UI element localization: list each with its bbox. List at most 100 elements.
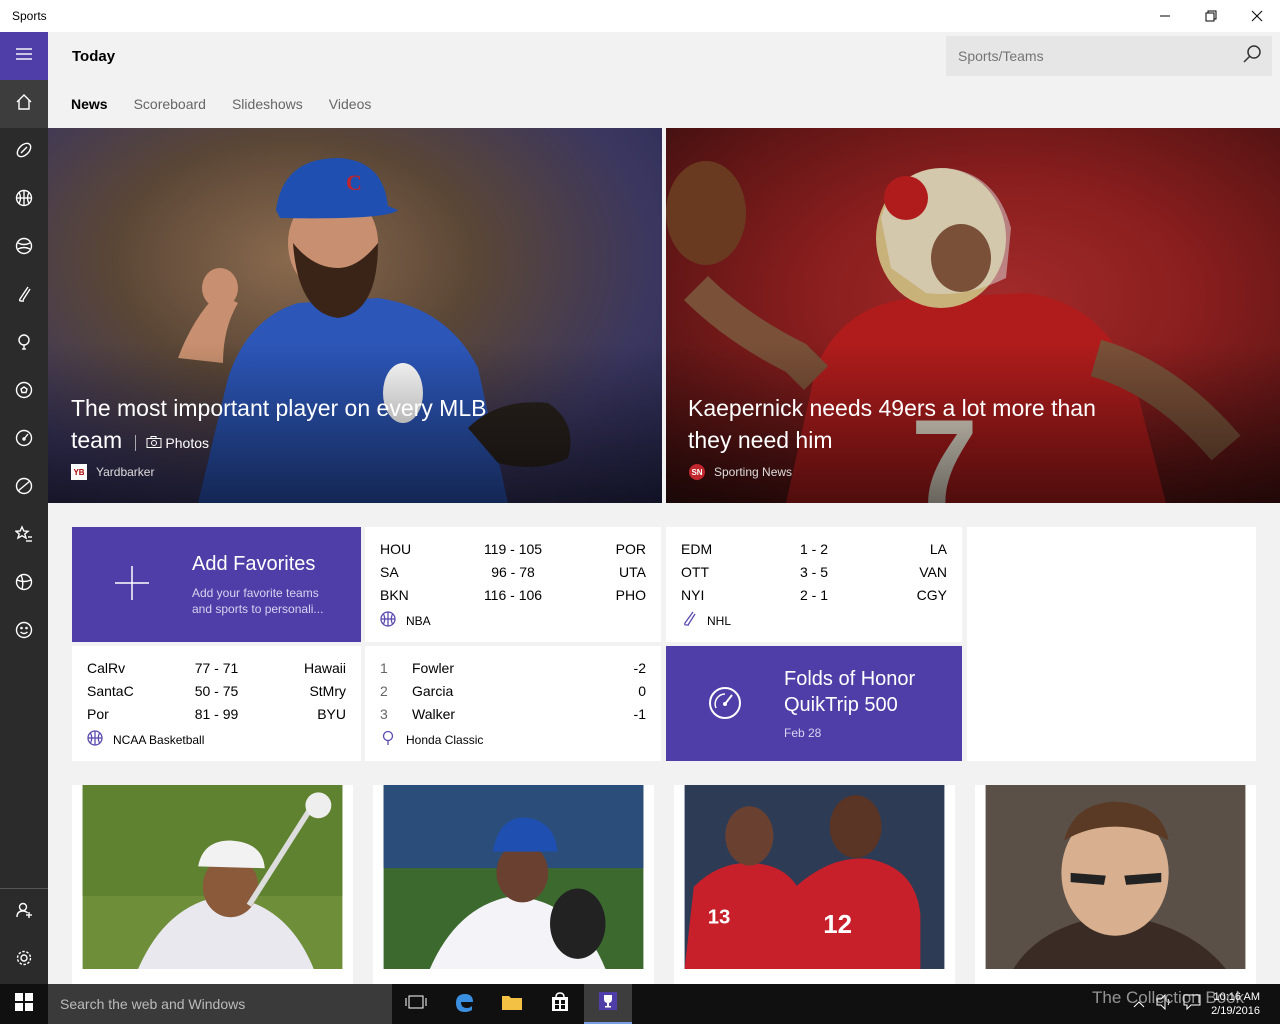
favorites-subtitle: Add your favorite teams and sports to pe… bbox=[192, 586, 324, 616]
taskbar: Search the web and Windows The Collectio… bbox=[0, 984, 1280, 1024]
golfer-image bbox=[82, 785, 343, 969]
plus-icon bbox=[115, 566, 149, 600]
news-card[interactable] bbox=[975, 785, 1256, 984]
camera-icon bbox=[146, 435, 162, 451]
speedometer-icon bbox=[709, 687, 741, 719]
source-name: Sporting News bbox=[714, 465, 793, 479]
tab-scoreboard[interactable]: Scoreboard bbox=[134, 96, 206, 112]
settings-button[interactable] bbox=[0, 936, 48, 984]
svg-text:C: C bbox=[346, 170, 362, 195]
rail-item-baseball[interactable] bbox=[0, 224, 48, 272]
nhl-scores-tile[interactable]: EDM 1 - 2 LA OTT 3 - 5 VAN NYI 2 - 1 CGY NHL bbox=[666, 527, 962, 642]
task-view-icon bbox=[405, 994, 427, 1015]
windows-logo-icon bbox=[15, 992, 33, 1016]
store-button[interactable] bbox=[536, 984, 584, 1024]
baseball-player-image bbox=[383, 785, 644, 969]
search-box[interactable] bbox=[946, 36, 1272, 76]
sign-in-button[interactable] bbox=[0, 888, 48, 936]
system-clock[interactable]: 10:16 AM 2/19/2016 bbox=[1211, 990, 1260, 1018]
restore-button[interactable] bbox=[1188, 0, 1234, 32]
rail-item-football[interactable] bbox=[0, 128, 48, 176]
start-button[interactable] bbox=[0, 984, 48, 1024]
leaderboard-row: 3 Walker -1 bbox=[380, 705, 646, 722]
star-list-icon bbox=[14, 524, 33, 548]
rail-item-fun[interactable] bbox=[0, 608, 48, 656]
app-title: Sports bbox=[12, 9, 47, 23]
score-row: Por 81 - 99 BYU bbox=[87, 705, 346, 722]
photos-label: Photos bbox=[165, 435, 210, 451]
rail-item-soccer[interactable] bbox=[0, 368, 48, 416]
hero-headline: The most important player on every MLB t… bbox=[71, 392, 491, 459]
volume-icon[interactable] bbox=[1155, 993, 1173, 1015]
race-title: Folds of Honor QuikTrip 500 bbox=[784, 668, 916, 716]
svg-text:12: 12 bbox=[823, 911, 852, 939]
leaderboard-row: 1 Fowler -2 bbox=[380, 659, 646, 676]
trophy-icon bbox=[598, 991, 618, 1016]
search-input[interactable] bbox=[946, 48, 1232, 64]
store-icon bbox=[550, 991, 570, 1017]
score-row: NYI 2 - 1 CGY bbox=[681, 586, 947, 603]
home-icon bbox=[15, 93, 33, 116]
golf-icon bbox=[380, 730, 396, 749]
golf-leaderboard-tile[interactable]: 1 Fowler -2 2 Garcia 0 3 Walker -1 Honda Class… bbox=[365, 646, 661, 761]
close-button[interactable] bbox=[1234, 0, 1280, 32]
search-button[interactable] bbox=[1232, 36, 1272, 76]
tab-slideshows[interactable]: Slideshows bbox=[232, 96, 303, 112]
rail-item-hockey[interactable] bbox=[0, 272, 48, 320]
rail-item-tennis[interactable] bbox=[0, 464, 48, 512]
title-bar: Sports bbox=[0, 0, 1280, 32]
action-center-icon[interactable] bbox=[1183, 994, 1201, 1015]
sports-app-button[interactable] bbox=[584, 984, 632, 1024]
ncaa-scores-tile[interactable]: CalRv 77 - 71 Hawaii SantaC 50 - 75 StMry Po… bbox=[72, 646, 361, 761]
nba-scores-tile[interactable]: HOU 119 - 105 POR SA 96 - 78 UTA BKN 116 - 10… bbox=[365, 527, 661, 642]
folder-icon bbox=[501, 993, 523, 1016]
tab-news[interactable]: News bbox=[71, 96, 108, 112]
basketball-icon bbox=[380, 611, 396, 630]
hockey-icon bbox=[15, 285, 33, 308]
file-explorer-button[interactable] bbox=[488, 984, 536, 1024]
hero-source: YB Yardbarker bbox=[71, 464, 154, 480]
page-header: Today News Scoreboard Slideshows Videos bbox=[48, 32, 1280, 128]
soccer-icon bbox=[15, 381, 33, 404]
league-label: Honda Classic bbox=[380, 730, 646, 749]
league-label: NBA bbox=[380, 611, 646, 630]
baseball-icon bbox=[15, 237, 33, 260]
taskbar-search[interactable]: Search the web and Windows bbox=[48, 984, 392, 1024]
navigation-rail bbox=[0, 32, 48, 984]
news-card[interactable] bbox=[373, 785, 654, 984]
svg-text:13: 13 bbox=[708, 907, 731, 929]
racing-event-tile[interactable]: Folds of Honor QuikTrip 500 Feb 28 bbox=[666, 646, 962, 761]
league-label: NHL bbox=[681, 611, 947, 630]
edge-browser-button[interactable] bbox=[440, 984, 488, 1024]
rail-item-more-sports[interactable] bbox=[0, 560, 48, 608]
race-date: Feb 28 bbox=[784, 726, 822, 740]
chevron-up-icon[interactable] bbox=[1133, 995, 1145, 1013]
tennis-icon bbox=[15, 477, 33, 500]
news-card[interactable]: 13 12 bbox=[674, 785, 955, 984]
hero-story-mlb[interactable]: C The most important player on every MLB… bbox=[48, 128, 662, 503]
empty-tile bbox=[967, 527, 1256, 761]
tab-videos[interactable]: Videos bbox=[329, 96, 372, 112]
news-card[interactable] bbox=[72, 785, 353, 984]
rail-item-basketball[interactable] bbox=[0, 176, 48, 224]
score-row: EDM 1 - 2 LA bbox=[681, 540, 947, 557]
clock-time: 10:16 AM bbox=[1213, 991, 1260, 1003]
hero-story-nfl[interactable]: 7 Kaepernick needs 49ers a lot more than… bbox=[666, 128, 1280, 503]
rail-item-favorites[interactable] bbox=[0, 512, 48, 560]
rail-item-golf[interactable] bbox=[0, 320, 48, 368]
task-view-button[interactable] bbox=[392, 984, 440, 1024]
menu-button[interactable] bbox=[0, 32, 48, 80]
favorites-title: Add Favorites bbox=[192, 553, 316, 575]
rail-item-home[interactable] bbox=[0, 80, 48, 128]
page-title: Today bbox=[72, 48, 116, 65]
basketball-icon bbox=[15, 189, 33, 212]
system-tray: 10:16 AM 2/19/2016 bbox=[1133, 984, 1280, 1024]
clock-date: 2/19/2016 bbox=[1211, 1005, 1260, 1017]
rail-item-racing[interactable] bbox=[0, 416, 48, 464]
add-favorites-tile[interactable]: Add Favorites Add your favorite teams an… bbox=[72, 527, 361, 642]
section-tabs: News Scoreboard Slideshows Videos bbox=[71, 96, 371, 112]
minimize-button[interactable] bbox=[1142, 0, 1188, 32]
hero-source: SN Sporting News bbox=[689, 464, 792, 480]
basketball-icon bbox=[87, 730, 103, 749]
score-row: HOU 119 - 105 POR bbox=[380, 540, 646, 557]
